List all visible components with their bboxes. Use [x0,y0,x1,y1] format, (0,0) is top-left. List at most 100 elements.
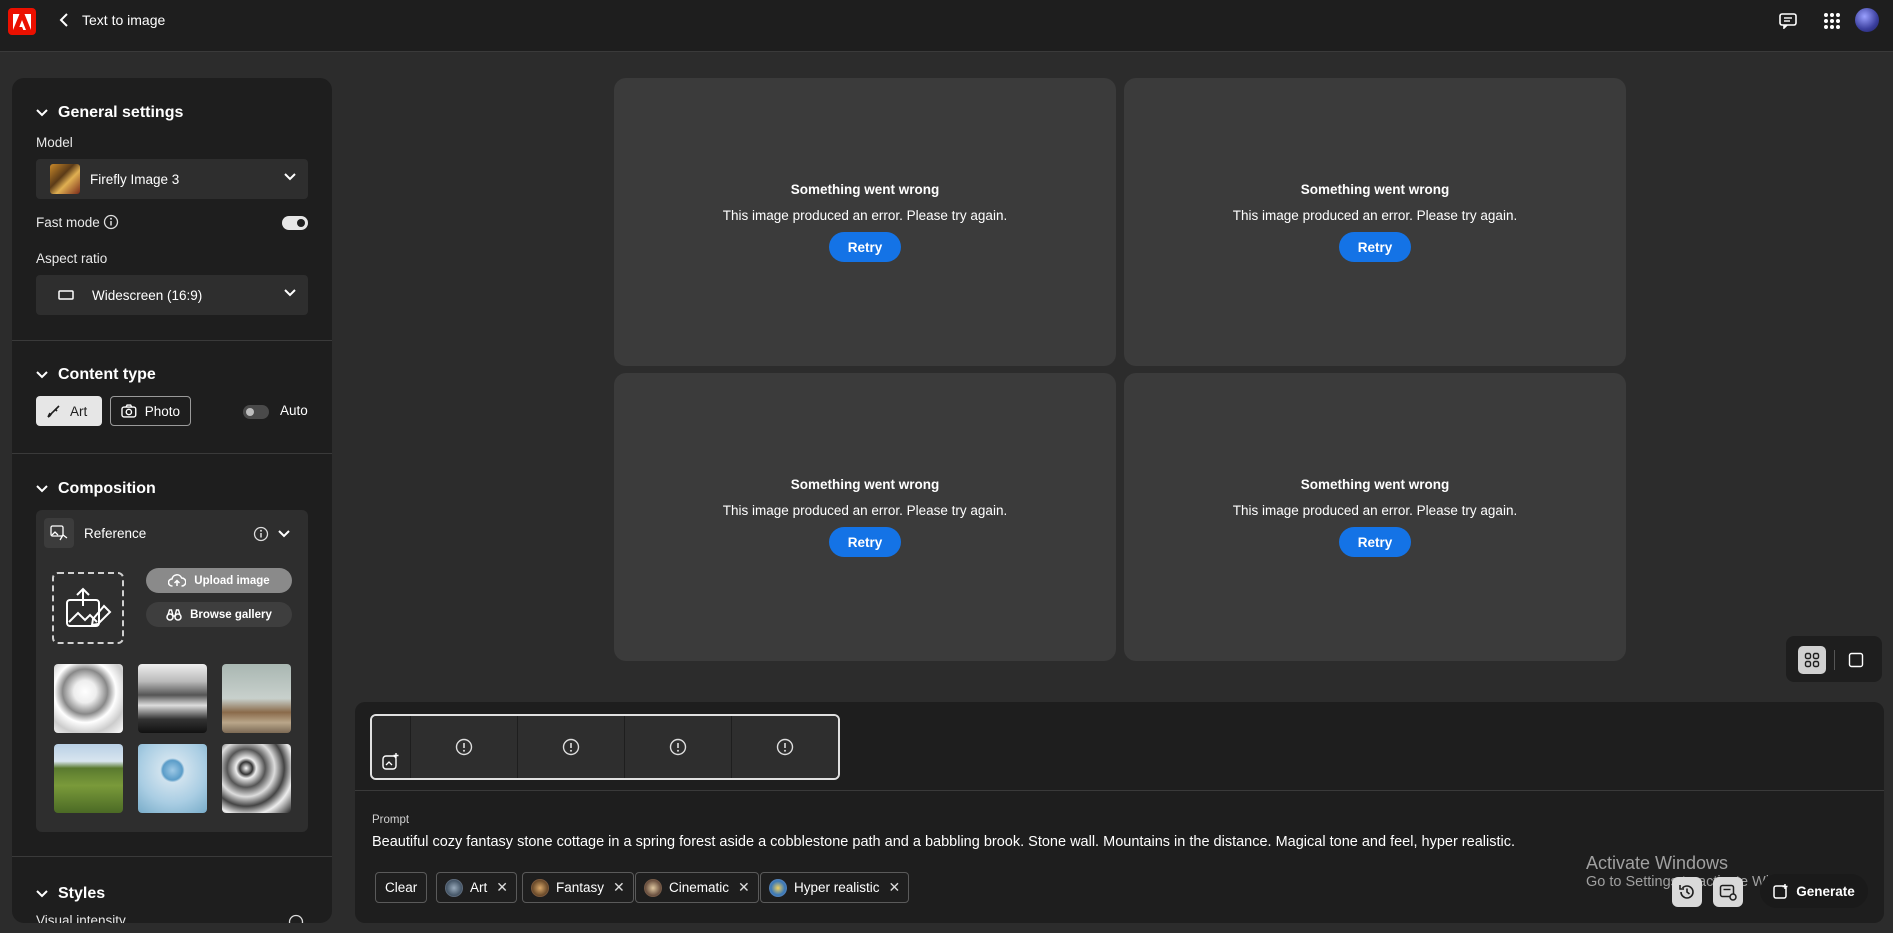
general-settings-heading: General settings [58,104,184,121]
back-arrow-icon[interactable] [54,10,74,30]
error-thumbnail[interactable] [517,716,624,778]
widescreen-icon [58,290,74,300]
adobe-logo-icon[interactable] [8,8,36,35]
aspect-ratio-label: Aspect ratio [36,251,108,266]
prompt-input[interactable]: Beautiful cozy fantasy stone cottage in … [372,834,1515,850]
error-message: This image produced an error. Please try… [1232,208,1518,223]
remove-chip-icon[interactable]: ✕ [496,879,508,896]
divider [12,856,332,857]
art-button[interactable]: Art [36,396,102,426]
chevron-down-icon [36,109,48,117]
chip-thumbnail [769,878,787,897]
retry-button[interactable]: Retry [829,232,901,262]
info-icon[interactable] [253,526,269,542]
divider [355,790,1884,791]
divider [1834,650,1835,670]
aspect-ratio-value: Widescreen (16:9) [92,287,203,303]
grid-view-button[interactable] [1798,646,1826,674]
chip-label: Hyper realistic [794,880,880,895]
info-icon[interactable] [103,214,119,230]
retry-button[interactable]: Retry [1339,232,1411,262]
alert-icon [455,738,473,756]
auto-toggle[interactable] [243,405,269,419]
info-icon[interactable] [288,914,304,923]
error-title: Something went wrong [790,477,940,492]
content-type-header[interactable]: Content type [36,366,156,384]
error-thumbnail[interactable] [624,716,731,778]
image-settings-icon [1719,884,1737,901]
chevron-down-icon [284,289,296,297]
visual-intensity-label: Visual intensity [36,913,126,923]
upload-dropzone[interactable] [52,572,124,644]
settings-sidebar: General settings Model Firefly Image 3 F… [12,78,332,923]
style-chip-hyper-realistic[interactable]: Hyper realistic ✕ [760,872,910,903]
photo-label: Photo [144,403,180,419]
reference-thumbnail-bird[interactable] [54,664,123,733]
generate-button[interactable]: Generate [1760,874,1868,908]
binoculars-icon [166,609,182,621]
reference-icon [44,518,74,548]
browse-gallery-button[interactable]: Browse gallery [146,602,292,627]
error-thumbnail[interactable] [731,716,838,778]
single-view-button[interactable] [1842,646,1870,674]
photo-button[interactable]: Photo [110,396,191,426]
single-view-icon [1848,652,1864,668]
remove-chip-icon[interactable]: ✕ [613,879,625,896]
style-chip-cinematic[interactable]: Cinematic ✕ [635,872,759,903]
alert-icon [776,738,794,756]
auto-label: Auto [280,403,308,418]
clear-label: Clear [385,880,418,895]
composition-header[interactable]: Composition [36,480,156,498]
chevron-down-icon [36,485,48,493]
aspect-ratio-select[interactable]: Widescreen (16:9) [36,275,308,315]
settings-panel-button[interactable] [1713,877,1743,907]
reference-thumbnail-field[interactable] [54,744,123,813]
chip-label: Fantasy [556,880,605,895]
chip-thumbnail [644,878,662,897]
upload-image-button[interactable]: Upload image [146,568,292,593]
reference-thumbnail-livingroom[interactable] [222,664,291,733]
style-chip-art[interactable]: Art ✕ [436,872,517,903]
model-select[interactable]: Firefly Image 3 [36,159,308,199]
avatar[interactable] [1855,8,1879,32]
remove-chip-icon[interactable]: ✕ [889,879,901,896]
art-label: Art [70,403,88,419]
reference-label: Reference [84,526,147,541]
content-type-heading: Content type [58,366,156,383]
general-settings-header[interactable]: General settings [36,104,183,122]
model-value: Firefly Image 3 [90,171,180,187]
generation-group[interactable] [372,716,410,778]
model-thumbnail [50,164,80,194]
styles-header[interactable]: Styles [36,885,105,903]
camera-icon [121,404,137,418]
clear-button[interactable]: Clear [375,872,428,903]
style-chip-fantasy[interactable]: Fantasy ✕ [522,872,634,903]
history-icon [1679,885,1694,899]
reference-thumbnail-valley[interactable] [138,664,207,733]
chevron-down-icon [36,371,48,379]
divider [12,453,332,454]
fast-mode-toggle[interactable] [282,216,308,230]
fast-mode-label: Fast mode [36,215,100,230]
reference-thumbnail-sphere[interactable] [138,744,207,813]
retry-button[interactable]: Retry [1339,527,1411,557]
brush-icon [47,405,60,418]
reference-thumbnail-owl[interactable] [222,744,291,813]
chevron-down-icon[interactable] [278,530,290,538]
divider [12,340,332,341]
apps-grid-icon[interactable] [1821,10,1843,32]
result-card-1: Something went wrong This image produced… [614,78,1116,366]
remove-chip-icon[interactable]: ✕ [738,879,750,896]
reference-panel: Reference Upload image Browse gallery [36,510,308,832]
history-button[interactable] [1672,877,1702,907]
error-title: Something went wrong [1300,182,1450,197]
feedback-icon[interactable] [1777,10,1799,32]
styles-heading: Styles [58,885,106,902]
watermark-title: Activate Windows [1586,853,1729,873]
browse-gallery-label: Browse gallery [190,608,272,621]
retry-button[interactable]: Retry [829,527,901,557]
composition-heading: Composition [58,480,156,497]
model-label: Model [36,135,73,150]
error-thumbnail[interactable] [410,716,517,778]
alert-icon [669,738,687,756]
